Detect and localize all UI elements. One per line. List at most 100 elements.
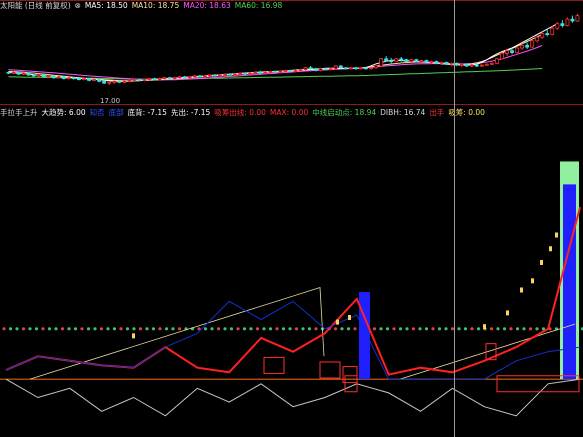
candle-body bbox=[308, 67, 313, 70]
signal-dot bbox=[450, 327, 455, 331]
candle-body bbox=[223, 73, 227, 76]
candle-body bbox=[570, 18, 575, 22]
signal-dot bbox=[132, 327, 136, 331]
candle-body bbox=[333, 65, 338, 70]
candle-body bbox=[283, 70, 288, 72]
candle-body bbox=[369, 67, 373, 70]
signal-dot bbox=[294, 327, 299, 331]
signal-dot bbox=[307, 327, 312, 331]
signal-dot bbox=[47, 327, 52, 331]
candle-body bbox=[11, 71, 16, 74]
candle-body bbox=[520, 44, 524, 49]
candle-body bbox=[409, 59, 414, 62]
candle-body bbox=[152, 78, 157, 80]
candle-body bbox=[338, 65, 343, 69]
signal-dot bbox=[489, 327, 494, 331]
candle-body bbox=[31, 74, 36, 77]
signal-dot bbox=[398, 327, 403, 331]
marker-box bbox=[319, 361, 341, 379]
signal-dot bbox=[8, 327, 13, 331]
signal-dot bbox=[28, 327, 32, 331]
candle-body bbox=[51, 75, 56, 79]
candle-body bbox=[469, 64, 474, 67]
signal-bar-yellow bbox=[483, 324, 486, 330]
candle-body bbox=[323, 68, 328, 71]
signal-bar-yellow bbox=[506, 310, 509, 316]
price-pane bbox=[6, 13, 580, 85]
signal-bar-yellow bbox=[132, 333, 135, 339]
candle-body bbox=[444, 62, 449, 65]
candle-body bbox=[61, 76, 66, 80]
ma20-line bbox=[8, 45, 543, 81]
signal-dot bbox=[99, 327, 104, 331]
candle-body bbox=[228, 73, 232, 76]
signal-dot bbox=[314, 327, 318, 331]
kline-chart[interactable]: 17.00 bbox=[0, 0, 583, 437]
signal-dot bbox=[288, 327, 292, 331]
signal-dot bbox=[119, 327, 123, 331]
signal-bar-yellow bbox=[348, 315, 351, 320]
signal-dot bbox=[112, 327, 117, 331]
indicator-series-line bbox=[5, 300, 581, 380]
signal-dot bbox=[210, 327, 214, 331]
candle-body bbox=[530, 40, 535, 48]
signal-dot bbox=[444, 327, 448, 331]
candle-body bbox=[112, 80, 117, 83]
signal-dot bbox=[431, 327, 435, 331]
candle-body bbox=[21, 72, 26, 75]
candle-body bbox=[535, 36, 540, 42]
ma10-line bbox=[8, 34, 543, 82]
candle-body bbox=[233, 73, 237, 76]
candle-body bbox=[162, 77, 167, 80]
signal-dot bbox=[73, 327, 78, 331]
signal-dot bbox=[268, 327, 273, 331]
candle-body bbox=[313, 68, 318, 71]
signal-dot bbox=[203, 327, 208, 331]
trend-line-left bbox=[29, 286, 325, 380]
signal-dot bbox=[385, 327, 390, 331]
signal-dot bbox=[275, 327, 279, 331]
candle-body bbox=[72, 77, 76, 80]
candle-body bbox=[263, 71, 268, 74]
candle-body bbox=[389, 60, 394, 62]
signal-dot bbox=[171, 327, 175, 331]
signal-bar-yellow bbox=[555, 232, 558, 238]
candle-body bbox=[454, 62, 459, 66]
price-label: 17.00 bbox=[100, 97, 120, 105]
signal-dot bbox=[158, 327, 162, 331]
candle-body bbox=[555, 23, 560, 29]
candle-body bbox=[41, 74, 46, 78]
signal-dot bbox=[379, 327, 383, 331]
candle-body bbox=[404, 59, 409, 62]
candle-body bbox=[575, 15, 580, 22]
candle-body bbox=[82, 78, 86, 80]
candle-body bbox=[303, 67, 308, 71]
candle-body bbox=[560, 23, 565, 26]
signal-dot bbox=[60, 327, 65, 331]
candle-body bbox=[353, 67, 358, 70]
candle-body bbox=[137, 79, 142, 81]
signal-dot bbox=[21, 327, 26, 331]
candle-body bbox=[36, 74, 41, 77]
signal-dot bbox=[249, 327, 253, 331]
signal-dot bbox=[2, 327, 6, 331]
signal-dot bbox=[470, 327, 474, 331]
signal-dot bbox=[502, 327, 507, 331]
signal-dot bbox=[437, 327, 442, 331]
signal-dot bbox=[281, 327, 286, 331]
signal-dot bbox=[346, 327, 351, 331]
candle-body bbox=[117, 80, 122, 83]
signal-bar-yellow bbox=[549, 246, 552, 252]
candle-body bbox=[328, 68, 333, 71]
signal-dot bbox=[67, 327, 71, 331]
signal-dot bbox=[301, 327, 305, 331]
candle-body bbox=[298, 69, 303, 71]
signal-dot bbox=[411, 327, 416, 331]
candle-body bbox=[384, 58, 389, 61]
signal-dot bbox=[15, 327, 19, 331]
candle-body bbox=[540, 33, 545, 38]
candle-body bbox=[177, 76, 182, 79]
signal-dot bbox=[418, 327, 422, 331]
candle-body bbox=[202, 75, 207, 78]
candle-body bbox=[172, 77, 177, 80]
